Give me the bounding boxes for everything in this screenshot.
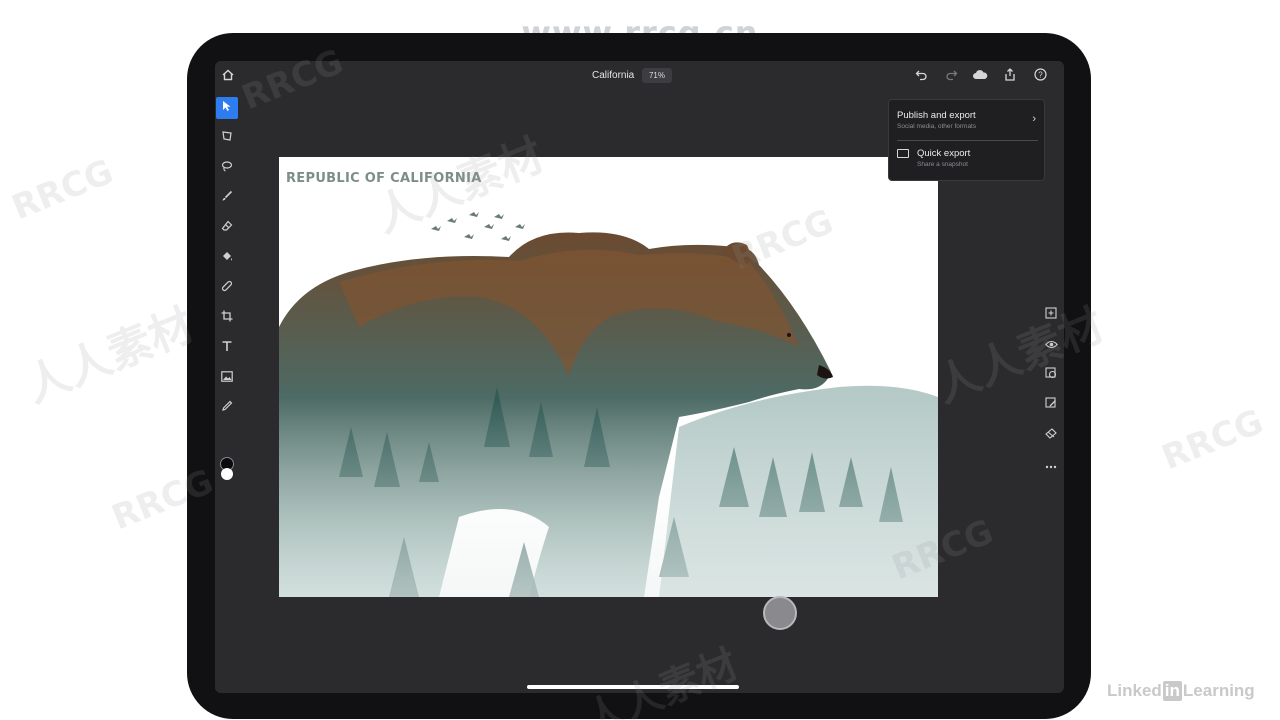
watermark-cjk: 人人素材: [18, 299, 201, 413]
publish-export-sub: Social media, other formats: [897, 123, 977, 130]
lasso-tool[interactable]: [216, 157, 238, 179]
redo-icon[interactable]: [942, 69, 960, 84]
add-layer-icon[interactable]: [1042, 307, 1060, 325]
touch-shortcut-button[interactable]: [763, 596, 797, 630]
undo-icon[interactable]: [912, 69, 930, 84]
cloud-icon[interactable]: [971, 69, 989, 83]
publish-export-item[interactable]: Publish and export Social media, other f…: [897, 110, 1038, 130]
share-icon[interactable]: [1001, 68, 1019, 84]
crop-tool[interactable]: [216, 307, 238, 329]
canvas-title-text: REPUBLIC OF CALIFORNIA: [286, 171, 482, 186]
document-title[interactable]: California: [592, 70, 634, 81]
zoom-level[interactable]: 71%: [642, 68, 672, 83]
tools-panel: [215, 91, 239, 693]
linkedin-post: Learning: [1182, 681, 1255, 700]
top-bar: California 71% ?: [215, 61, 1064, 91]
home-indicator[interactable]: [527, 685, 739, 689]
home-icon[interactable]: [219, 69, 237, 84]
quick-export-label: Quick export: [917, 148, 971, 159]
image-icon: [897, 149, 909, 158]
publish-export-label: Publish and export: [897, 110, 976, 121]
clip-icon[interactable]: [1042, 427, 1060, 445]
photoshop-screen: California 71% ? REPUBLIC OF CALIFORNIA …: [215, 61, 1064, 693]
chevron-right-icon: ›: [1032, 113, 1036, 125]
svg-text:?: ?: [1038, 71, 1043, 80]
linkedin-learning-logo: Linked in Learning: [1107, 681, 1255, 701]
transform-tool[interactable]: [216, 127, 238, 149]
eyedropper-tool[interactable]: [216, 397, 238, 419]
adjustment-icon[interactable]: [1042, 397, 1060, 415]
eraser-tool[interactable]: [216, 217, 238, 239]
ipad-device: California 71% ? REPUBLIC OF CALIFORNIA …: [187, 33, 1091, 719]
type-tool[interactable]: [216, 337, 238, 359]
linkedin-pre: Linked: [1107, 681, 1162, 700]
more-icon[interactable]: [1042, 457, 1060, 475]
layers-toolbar: [1038, 291, 1064, 471]
watermark-rrcg: RRCG: [6, 151, 119, 229]
fill-tool[interactable]: [216, 247, 238, 269]
brush-tool[interactable]: [216, 187, 238, 209]
layer-mask-icon[interactable]: [1042, 367, 1060, 385]
help-icon[interactable]: ?: [1031, 68, 1049, 84]
quick-export-item[interactable]: Quick export Share a snapshot: [917, 148, 970, 168]
healing-tool[interactable]: [216, 277, 238, 299]
select-tool[interactable]: [216, 97, 238, 119]
menu-divider: [897, 140, 1038, 141]
watermark-rrcg: RRCG: [1156, 401, 1269, 479]
video-frame: www.rrcg.cn California 71%: [0, 0, 1280, 720]
linkedin-in-badge: in: [1162, 681, 1182, 701]
image-tool[interactable]: [216, 367, 238, 389]
document-canvas[interactable]: REPUBLIC OF CALIFORNIA: [279, 157, 938, 597]
bear-artwork: [279, 212, 938, 597]
export-menu: Publish and export Social media, other f…: [888, 99, 1045, 181]
visibility-icon[interactable]: [1042, 337, 1060, 355]
background-color-swatch[interactable]: [221, 468, 233, 480]
quick-export-sub: Share a snapshot: [917, 161, 968, 168]
